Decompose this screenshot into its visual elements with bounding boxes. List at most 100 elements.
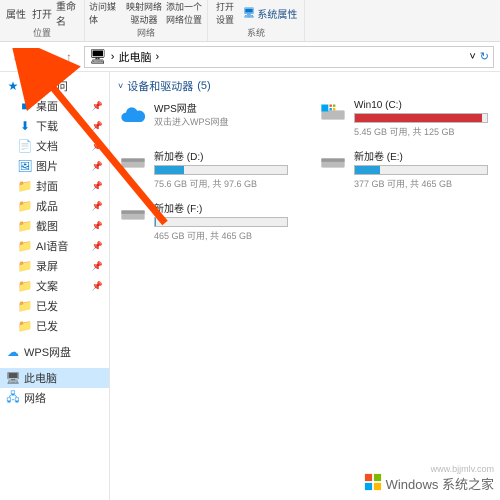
- ribbon-label-system: 系统: [247, 26, 265, 41]
- sidebar-quick-access[interactable]: ★ 快速访问: [0, 76, 109, 96]
- drive-name: 新加卷 (F:): [154, 200, 288, 215]
- star-icon: ★: [6, 79, 20, 93]
- main-area: ★ 快速访问 ■桌面📌⬇下载📌📄文档📌🖼图片📌📁封面📌📁成品📌📁截图📌📁AI语音…: [0, 72, 500, 500]
- folder-icon: 📁: [18, 199, 32, 213]
- up-button[interactable]: ↑: [58, 46, 80, 68]
- pin-icon: 📌: [92, 261, 103, 272]
- drive-name: 新加卷 (E:): [354, 148, 488, 163]
- watermark: Windows 系统之家: [364, 473, 494, 494]
- sidebar-item-成品[interactable]: 📁 成品 📌: [0, 196, 109, 216]
- breadcrumb-sep2: ›: [155, 51, 159, 63]
- nav-bar: ← → ↑ 🖥 › 此电脑 › ˅ ↻: [0, 42, 500, 72]
- sidebar-quick-label: 快速访问: [24, 78, 68, 94]
- breadcrumb-sep: ›: [111, 51, 115, 63]
- ribbon: 属性 打开 重命名 位置 访问媒体 映射网络 驱动器 添加一个 网络位置 网络 …: [0, 0, 500, 42]
- watermark-text: Windows 系统之家: [386, 474, 494, 493]
- sidebar-item-label: 已发: [36, 298, 58, 314]
- folder-icon: ■: [18, 99, 32, 113]
- drive-icon: [318, 100, 348, 130]
- sidebar-wps-label: WPS网盘: [24, 344, 71, 360]
- pin-icon: 📌: [92, 141, 103, 152]
- usage-bar: [154, 217, 288, 227]
- breadcrumb-dropdown-icon[interactable]: ˅: [469, 51, 475, 63]
- sidebar-item-AI语音[interactable]: 📁 AI语音 📌: [0, 236, 109, 256]
- drive-icon: [118, 100, 148, 130]
- ribbon-group-location: 属性 打开 重命名 位置: [0, 0, 85, 41]
- map-drive-icon[interactable]: 映射网络 驱动器: [125, 2, 163, 24]
- sidebar-thispc[interactable]: 🖥 此电脑: [0, 368, 109, 388]
- section-count: (5): [197, 80, 210, 92]
- pin-icon: 📌: [92, 161, 103, 172]
- sidebar: ★ 快速访问 ■桌面📌⬇下载📌📄文档📌🖼图片📌📁封面📌📁成品📌📁截图📌📁AI语音…: [0, 72, 110, 500]
- content-area: ˅ 设备和驱动器 (5) WPS网盘双击进入WPS网盘 Win10 (C:) 5.4…: [110, 72, 500, 500]
- sidebar-item-label: 已发: [36, 318, 58, 334]
- drive-WPS网盘[interactable]: WPS网盘双击进入WPS网盘: [118, 100, 288, 138]
- breadcrumb-location[interactable]: 此电脑: [118, 49, 151, 65]
- media-icon[interactable]: 访问媒体: [89, 2, 123, 24]
- refresh-icon[interactable]: ↻: [480, 50, 489, 63]
- drive-stats: 5.45 GB 可用, 共 125 GB: [354, 125, 488, 138]
- add-netloc-icon[interactable]: 添加一个 网络位置: [165, 2, 203, 24]
- windows-logo-icon: [364, 473, 382, 494]
- sidebar-thispc-label: 此电脑: [24, 370, 57, 386]
- rename-icon[interactable]: 属性: [4, 2, 28, 24]
- drive-grid: WPS网盘双击进入WPS网盘 Win10 (C:) 5.45 GB 可用, 共 12…: [118, 100, 492, 242]
- drive-Win10 (C:)[interactable]: Win10 (C:) 5.45 GB 可用, 共 125 GB: [318, 100, 488, 138]
- sidebar-item-已发[interactable]: 📁 已发: [0, 296, 109, 316]
- folder-icon: 📁: [18, 239, 32, 253]
- drive-stats: 465 GB 可用, 共 465 GB: [154, 229, 288, 242]
- rename2-icon[interactable]: 重命名: [56, 2, 80, 24]
- forward-button[interactable]: →: [32, 46, 54, 68]
- sidebar-item-截图[interactable]: 📁截图📌: [0, 216, 109, 236]
- folder-icon: 📁: [18, 299, 32, 313]
- drive-stats: 377 GB 可用, 共 465 GB: [354, 177, 488, 190]
- sidebar-item-label: 录屏: [36, 258, 58, 274]
- pc-icon: 🖥: [89, 48, 107, 65]
- drive-name: WPS网盘: [154, 100, 288, 115]
- drive-新加卷 (D:)[interactable]: 新加卷 (D:)75.6 GB 可用, 共 97.6 GB: [118, 148, 288, 190]
- pin-icon: 📌: [92, 201, 103, 212]
- drive-新加卷 (F:)[interactable]: 新加卷 (F:) 465 GB 可用, 共 465 GB: [118, 200, 288, 242]
- sidebar-item-label: 下载: [36, 118, 58, 134]
- folder-icon: 📁: [18, 259, 32, 273]
- sidebar-item-label: 成品: [36, 198, 58, 214]
- sidebar-item-文档[interactable]: 📄 文档 📌: [0, 136, 109, 156]
- folder-icon: 📁: [18, 219, 32, 233]
- sidebar-item-录屏[interactable]: 📁 录屏 📌: [0, 256, 109, 276]
- sidebar-network-label: 网络: [24, 390, 46, 406]
- settings-icon[interactable]: 打开 设置: [212, 2, 238, 24]
- cloud-icon: ☁: [6, 345, 20, 359]
- pin-icon: 📌: [92, 241, 103, 252]
- usage-bar: [354, 165, 488, 175]
- sidebar-item-桌面[interactable]: ■桌面📌: [0, 96, 109, 116]
- sidebar-item-图片[interactable]: 🖼图片📌: [0, 156, 109, 176]
- sidebar-item-封面[interactable]: 📁封面📌: [0, 176, 109, 196]
- sidebar-item-已发[interactable]: 📁已发: [0, 316, 109, 336]
- pin-icon: 📌: [92, 181, 103, 192]
- sidebar-item-label: 文档: [36, 138, 58, 154]
- sidebar-item-label: 桌面: [36, 98, 58, 114]
- sidebar-item-label: AI语音: [36, 238, 68, 254]
- section-header[interactable]: ˅ 设备和驱动器 (5): [118, 78, 492, 94]
- sidebar-network[interactable]: 🖧 网络: [0, 388, 109, 408]
- drive-icon: [318, 148, 348, 178]
- folder-icon: ⬇: [18, 119, 32, 133]
- sidebar-wps[interactable]: ☁ WPS网盘: [0, 342, 109, 362]
- ribbon-label-network: 网络: [137, 26, 155, 41]
- folder-icon: 📄: [18, 139, 32, 153]
- usage-bar: [354, 113, 488, 123]
- drive-name: Win10 (C:): [354, 100, 488, 111]
- drive-新加卷 (E:)[interactable]: 新加卷 (E:) 377 GB 可用, 共 465 GB: [318, 148, 488, 190]
- sidebar-item-下载[interactable]: ⬇下载📌: [0, 116, 109, 136]
- drive-icon: [118, 148, 148, 178]
- drive-icon: [118, 200, 148, 230]
- sidebar-item-文案[interactable]: 📁文案📌: [0, 276, 109, 296]
- network-icon: 🖧: [6, 391, 20, 405]
- sidebar-item-label: 截图: [36, 218, 58, 234]
- open-icon[interactable]: 打开: [30, 2, 54, 24]
- back-button[interactable]: ←: [6, 46, 28, 68]
- ribbon-group-network: 访问媒体 映射网络 驱动器 添加一个 网络位置 网络: [85, 0, 208, 41]
- sysprops-button[interactable]: 🖥系统属性: [240, 2, 300, 24]
- breadcrumb[interactable]: 🖥 › 此电脑 › ˅ ↻: [84, 46, 494, 68]
- folder-icon: 📁: [18, 279, 32, 293]
